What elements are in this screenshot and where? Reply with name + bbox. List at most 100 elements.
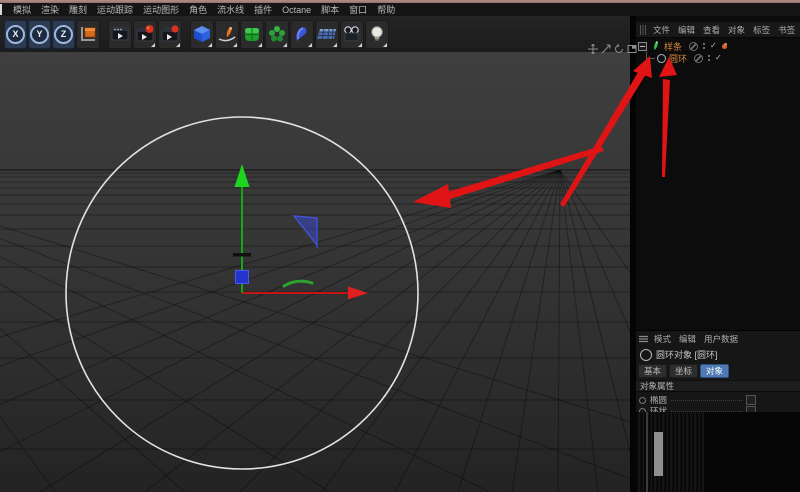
cinema4d-window: 模拟 渲染 雕刻 运动跟踪 运动图形 角色 流水线 插件 Octane 脚本 窗… [0,0,800,492]
tab-basic[interactable]: 基本 [638,364,667,378]
dropdown-indicator [308,43,312,47]
visibility-dots-icon[interactable] [703,43,705,45]
axis-lock-x-button[interactable]: X [4,20,27,49]
menu-motion-tracker[interactable]: 运动跟踪 [92,4,138,16]
menu-sculpt[interactable]: 雕刻 [64,4,92,16]
am-object-title: 圆环对象 [圆环] [656,348,718,361]
am-tabs: 基本 坐标 对象 [636,363,800,378]
deformers-button[interactable] [290,20,314,49]
fold-icon[interactable] [638,42,647,51]
enable-check-icon[interactable]: ✓ [710,42,717,50]
render-view-icon [110,24,130,44]
am-menu-edit[interactable]: 编辑 [675,333,700,345]
layer-icon[interactable] [689,42,698,51]
subdivision-surface-button[interactable] [240,20,264,49]
dropdown-indicator [358,43,362,47]
om-menu-bookmarks[interactable]: 书签 [774,24,799,36]
axis-lock-z-button[interactable]: Z [52,20,75,49]
render-picture-viewer-button[interactable] [133,20,157,49]
am-menu-userdata[interactable]: 用户数据 [700,333,742,345]
om-menu-edit[interactable]: 编辑 [674,24,699,36]
toggle-view-icon[interactable] [627,44,637,54]
panel-grip-icon[interactable] [639,25,647,35]
keyframe-dot-icon[interactable] [639,397,646,404]
pan-icon[interactable] [588,44,598,54]
x-axis-icon: X [6,25,25,44]
axis-lock-y-button[interactable]: Y [28,20,51,49]
tab-coordinates[interactable]: 坐标 [669,364,698,378]
z-axis-handle[interactable] [236,271,249,284]
circle-spline-object-icon [657,54,666,63]
ui-stripe-artifact [646,412,648,492]
main-toolbar: X Y Z [0,16,632,52]
om-menu-file[interactable]: 文件 [649,24,674,36]
menu-window[interactable]: 窗口 [344,4,372,16]
hierarchy-branch [646,52,655,59]
coordinate-system-button[interactable] [76,20,100,49]
object-row-circle[interactable]: 圆环 ✓ [644,52,722,64]
om-menu-objects[interactable]: 对象 [724,24,749,36]
menu-render[interactable]: 渲染 [36,4,64,16]
viewport-nav-controls [588,44,637,54]
ellipse-checkbox[interactable] [746,395,756,405]
layer-icon[interactable] [694,54,703,63]
object-row-spline[interactable]: 样条 ✓ [638,40,727,52]
menu-script[interactable]: 脚本 [316,4,344,16]
menu-pipeline[interactable]: 流水线 [212,4,249,16]
object-name[interactable]: 圆环 [669,52,687,65]
floor-icon [316,24,338,44]
render-view-button[interactable] [108,20,132,49]
dropdown-indicator [233,43,237,47]
menu-octane[interactable]: Octane [277,4,316,16]
menu-character[interactable]: 角色 [184,4,212,16]
enable-check-icon[interactable]: ✓ [715,54,722,62]
spline-pen-object-icon [650,40,661,52]
am-object-header: 圆环对象 [圆环] [636,348,800,361]
camera-icon [342,24,362,44]
corner-red-mark [792,1,800,11]
dropdown-indicator [151,43,155,47]
menubar-grip[interactable] [0,4,2,15]
menu-plugins[interactable]: 插件 [249,4,277,16]
hamburger-icon[interactable] [639,335,648,343]
zoom-icon[interactable] [601,44,611,54]
menu-simulate[interactable]: 模拟 [8,4,36,16]
render-picture-viewer-icon [135,24,155,44]
cube-icon [192,24,212,44]
menu-mograph[interactable]: 运动图形 [138,4,184,16]
dropdown-indicator [208,43,212,47]
render-settings-button[interactable] [158,20,182,49]
spline-pen-button[interactable] [215,20,239,49]
section-title: 对象属性 [640,380,674,392]
subdivision-surface-icon [242,24,262,44]
light-bulb-icon [367,24,387,44]
render-settings-icon [160,24,180,44]
tab-object[interactable]: 对象 [700,364,729,378]
am-menu-mode[interactable]: 模式 [650,333,675,345]
object-manager-menubar: 文件 编辑 查看 对象 标签 书签 [636,22,800,38]
om-menu-tags[interactable]: 标签 [749,24,774,36]
camera-button[interactable] [340,20,364,49]
add-cube-button[interactable] [190,20,214,49]
phong-tag-icon[interactable] [722,44,727,49]
perspective-viewport[interactable] [0,52,630,492]
bend-deformer-icon [292,24,312,44]
dropdown-indicator [383,43,387,47]
om-menu-view[interactable]: 查看 [699,24,724,36]
modeling-generators-button[interactable] [265,20,289,49]
menu-help[interactable]: 帮助 [372,4,400,16]
ui-stripe-artifact [654,432,663,476]
ui-dark-region [704,412,800,492]
rotate-icon[interactable] [614,44,624,54]
main-menubar: 模拟 渲染 雕刻 运动跟踪 运动图形 角色 流水线 插件 Octane 脚本 窗… [0,3,800,17]
dropdown-indicator [258,43,262,47]
circle-object-icon [640,349,652,361]
attribute-manager-menubar: 模式 编辑 用户数据 [636,332,800,346]
viewport-canvas [0,52,630,492]
dropdown-indicator [176,43,180,47]
visibility-dots-icon[interactable] [708,55,710,57]
light-button[interactable] [365,20,389,49]
environment-floor-button[interactable] [315,20,339,49]
z-axis-icon: Z [54,25,73,44]
spline-pen-icon [217,24,237,44]
